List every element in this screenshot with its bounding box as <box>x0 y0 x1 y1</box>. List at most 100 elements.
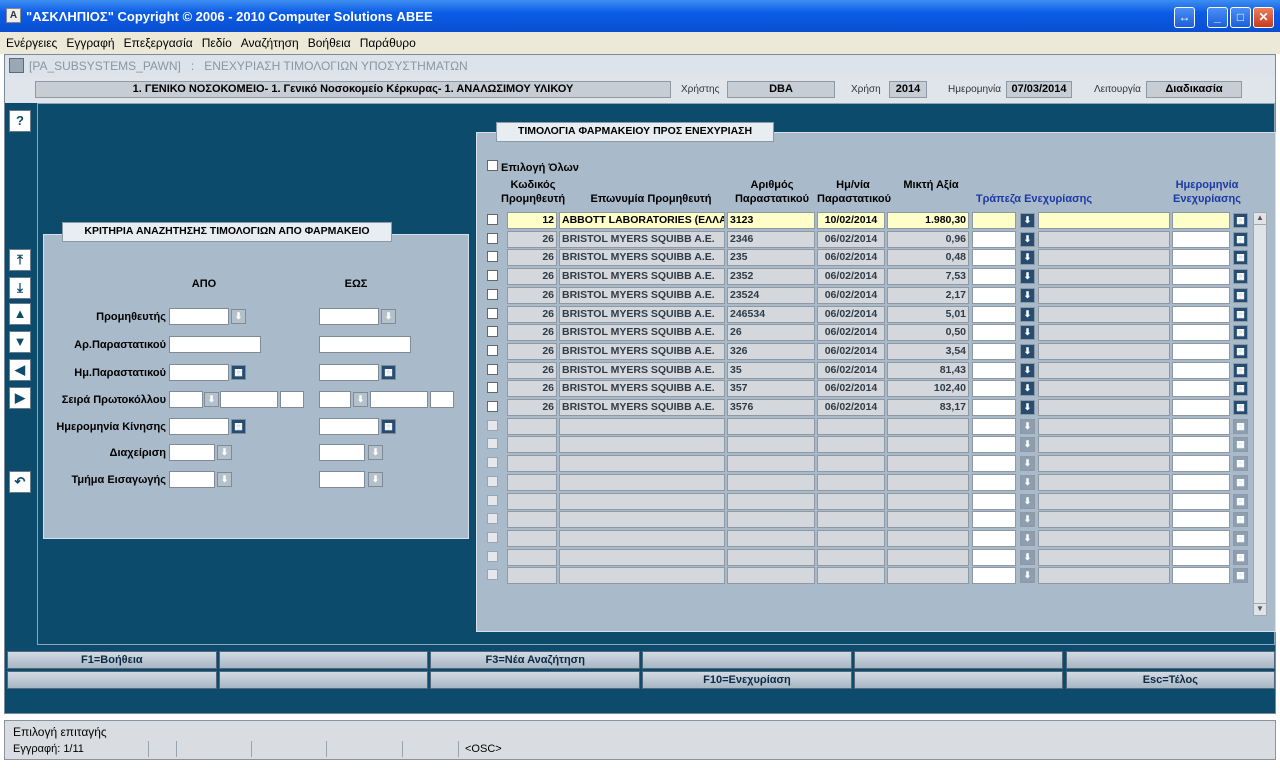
pawn-date-calendar-icon[interactable]: ▦ <box>1233 549 1248 565</box>
supplier-to-lov-icon[interactable]: ⬇ <box>381 309 396 324</box>
restore-icon[interactable]: ↔ <box>1174 7 1195 28</box>
pawn-date-input[interactable] <box>1172 417 1230 435</box>
bank-lov-icon[interactable]: ⬇ <box>1020 250 1035 266</box>
pawn-date-input[interactable] <box>1172 511 1230 529</box>
fkey-f3-button[interactable]: F3=Νέα Αναζήτηση <box>430 651 641 669</box>
pawn-date-input[interactable] <box>1172 249 1230 267</box>
bank-code-input[interactable] <box>972 417 1016 435</box>
fkey-f1-button[interactable]: F1=Βοήθεια <box>7 651 217 669</box>
fkey-f10-button[interactable]: F10=Ενεχυρίαση <box>642 671 852 689</box>
docdate-to-calendar-icon[interactable]: ▦ <box>381 365 396 380</box>
grid-scrollbar[interactable]: ▲ ▼ <box>1253 212 1267 616</box>
pawn-date-input[interactable] <box>1172 342 1230 360</box>
fkey-empty-button[interactable] <box>7 671 217 689</box>
bank-code-input[interactable] <box>972 324 1016 342</box>
pawn-date-input[interactable] <box>1172 399 1230 416</box>
row-select-checkbox[interactable] <box>487 457 498 469</box>
movedate-from-input[interactable] <box>169 418 229 435</box>
prev-block-icon[interactable]: ◀ <box>9 359 31 381</box>
management-from-input[interactable] <box>169 444 215 461</box>
pawn-date-calendar-icon[interactable]: ▦ <box>1233 213 1248 228</box>
pawn-date-calendar-icon[interactable]: ▦ <box>1233 287 1248 303</box>
bank-lov-icon[interactable]: ⬇ <box>1020 456 1035 472</box>
pawn-date-calendar-icon[interactable]: ▦ <box>1233 493 1248 509</box>
pawn-date-calendar-icon[interactable]: ▦ <box>1233 437 1248 453</box>
pawn-date-input[interactable] <box>1172 548 1230 566</box>
undo-icon[interactable]: ↶ <box>9 471 31 493</box>
pawn-date-input[interactable] <box>1172 455 1230 473</box>
bank-lov-icon[interactable]: ⬇ <box>1020 381 1035 397</box>
bank-lov-icon[interactable]: ⬇ <box>1020 231 1035 247</box>
protocol-to-number-input[interactable] <box>370 391 428 408</box>
row-select-checkbox[interactable] <box>487 438 498 450</box>
pawn-date-calendar-icon[interactable]: ▦ <box>1233 418 1248 434</box>
bank-code-input[interactable] <box>972 305 1016 323</box>
pawn-date-calendar-icon[interactable]: ▦ <box>1233 343 1248 359</box>
bank-lov-icon[interactable]: ⬇ <box>1020 213 1035 228</box>
pawn-date-calendar-icon[interactable]: ▦ <box>1233 474 1248 490</box>
pawn-date-input[interactable] <box>1172 492 1230 510</box>
pawn-date-input[interactable] <box>1172 567 1230 585</box>
maximize-button[interactable]: □ <box>1230 7 1251 28</box>
next-record-icon[interactable]: ▼ <box>9 331 31 353</box>
pawn-date-input[interactable] <box>1172 268 1230 286</box>
row-select-checkbox[interactable] <box>487 363 498 375</box>
protocol-from-series-input[interactable] <box>169 391 203 408</box>
bank-lov-icon[interactable]: ⬇ <box>1020 306 1035 322</box>
dept-from-input[interactable] <box>169 471 215 488</box>
docdate-from-input[interactable] <box>169 364 229 381</box>
protocol-from-extra-input[interactable] <box>280 391 304 408</box>
supplier-to-input[interactable] <box>319 308 379 325</box>
protocol-from-lov-icon[interactable]: ⬇ <box>204 392 219 407</box>
bank-code-input[interactable] <box>972 548 1016 566</box>
dept-from-lov-icon[interactable]: ⬇ <box>217 472 232 487</box>
pawn-date-input[interactable] <box>1172 473 1230 491</box>
pawn-date-calendar-icon[interactable]: ▦ <box>1233 306 1248 322</box>
minimize-button[interactable]: _ <box>1207 7 1228 28</box>
bank-code-input[interactable] <box>972 567 1016 585</box>
bank-code-input[interactable] <box>972 492 1016 510</box>
fkey-empty-button[interactable] <box>1065 651 1276 669</box>
pawn-date-input[interactable] <box>1172 230 1230 248</box>
movedate-to-calendar-icon[interactable]: ▦ <box>381 419 396 434</box>
pawn-date-input[interactable] <box>1172 436 1230 454</box>
row-select-checkbox[interactable] <box>487 475 498 487</box>
docno-from-input[interactable] <box>169 336 261 353</box>
pawn-date-calendar-icon[interactable]: ▦ <box>1233 362 1248 378</box>
pawn-date-calendar-icon[interactable]: ▦ <box>1233 512 1248 528</box>
pawn-date-input[interactable] <box>1172 305 1230 323</box>
pawn-date-calendar-icon[interactable]: ▦ <box>1233 325 1248 341</box>
bank-code-input[interactable] <box>972 455 1016 473</box>
bank-lov-icon[interactable]: ⬇ <box>1020 343 1035 359</box>
bank-code-input[interactable] <box>972 286 1016 304</box>
menu-actions[interactable]: Ενέργειες <box>0 32 60 50</box>
management-from-lov-icon[interactable]: ⬇ <box>217 445 232 460</box>
row-select-checkbox[interactable] <box>487 344 498 356</box>
bank-lov-icon[interactable]: ⬇ <box>1020 400 1035 415</box>
next-block-icon[interactable]: ▶ <box>9 387 31 409</box>
pawn-date-calendar-icon[interactable]: ▦ <box>1233 456 1248 472</box>
bank-code-input[interactable] <box>972 511 1016 529</box>
row-select-checkbox[interactable] <box>487 307 498 319</box>
pawn-date-input[interactable] <box>1172 286 1230 304</box>
docno-to-input[interactable] <box>319 336 411 353</box>
pawn-date-calendar-icon[interactable]: ▦ <box>1233 400 1248 415</box>
bank-lov-icon[interactable]: ⬇ <box>1020 568 1035 584</box>
bank-lov-icon[interactable]: ⬇ <box>1020 493 1035 509</box>
row-select-checkbox[interactable] <box>487 494 498 506</box>
protocol-to-extra-input[interactable] <box>430 391 454 408</box>
row-select-checkbox[interactable] <box>487 214 498 225</box>
fkey-esc-button[interactable]: Esc=Τέλος <box>1065 671 1276 689</box>
docdate-from-calendar-icon[interactable]: ▦ <box>231 365 246 380</box>
protocol-to-series-input[interactable] <box>319 391 351 408</box>
bank-lov-icon[interactable]: ⬇ <box>1020 287 1035 303</box>
row-select-checkbox[interactable] <box>487 550 498 562</box>
bank-lov-icon[interactable]: ⬇ <box>1020 530 1035 546</box>
supplier-from-lov-icon[interactable]: ⬇ <box>231 309 246 324</box>
pawn-date-calendar-icon[interactable]: ▦ <box>1233 269 1248 285</box>
fkey-empty-button[interactable] <box>218 671 429 689</box>
row-select-checkbox[interactable] <box>487 270 498 282</box>
movedate-to-input[interactable] <box>319 418 379 435</box>
row-select-checkbox[interactable] <box>487 513 498 525</box>
menu-field[interactable]: Πεδίο <box>196 32 235 50</box>
